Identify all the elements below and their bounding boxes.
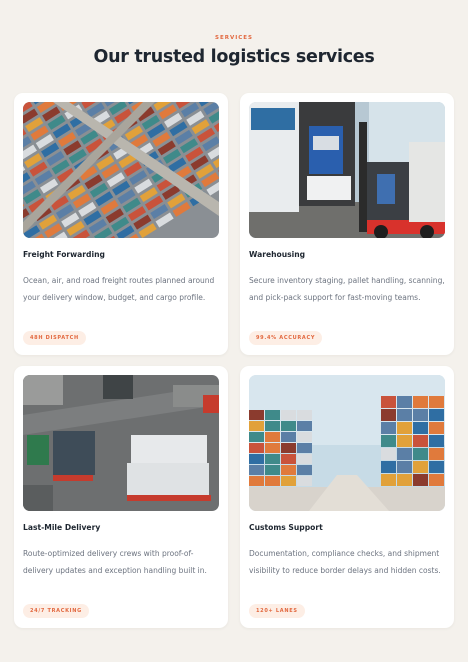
service-card-freight-forwarding[interactable]: Freight Forwarding Ocean, air, and road … [14,93,228,355]
service-card-warehousing[interactable]: Warehousing Secure inventory staging, pa… [240,93,454,355]
card-badge: 24/7 TRACKING [23,604,89,618]
card-badge: 120+ LANES [249,604,305,618]
card-title: Freight Forwarding [23,250,105,259]
card-badge: 99.4% ACCURACY [249,331,323,345]
card-badge: 48H DISPATCH [23,331,86,345]
warehousing-forklift-image [249,102,445,238]
last-mile-trucks-image [23,375,219,511]
card-title: Last-Mile Delivery [23,523,101,532]
section-title: Our trusted logistics services [93,47,375,67]
card-title: Customs Support [249,523,323,532]
card-description: Secure inventory staging, pallet handlin… [249,276,445,302]
card-title: Warehousing [249,250,306,259]
customs-containers-image [249,375,445,511]
card-description: Route-optimized delivery crews with proo… [23,549,207,575]
card-description: Documentation, compliance checks, and sh… [249,549,441,575]
service-card-last-mile-delivery[interactable]: Last-Mile Delivery Route-optimized deliv… [14,366,228,628]
freight-port-image [23,102,219,238]
service-card-customs-support[interactable]: Customs Support Documentation, complianc… [240,366,454,628]
card-description: Ocean, air, and road freight routes plan… [23,276,215,302]
section-eyebrow: SERVICES [214,35,253,41]
